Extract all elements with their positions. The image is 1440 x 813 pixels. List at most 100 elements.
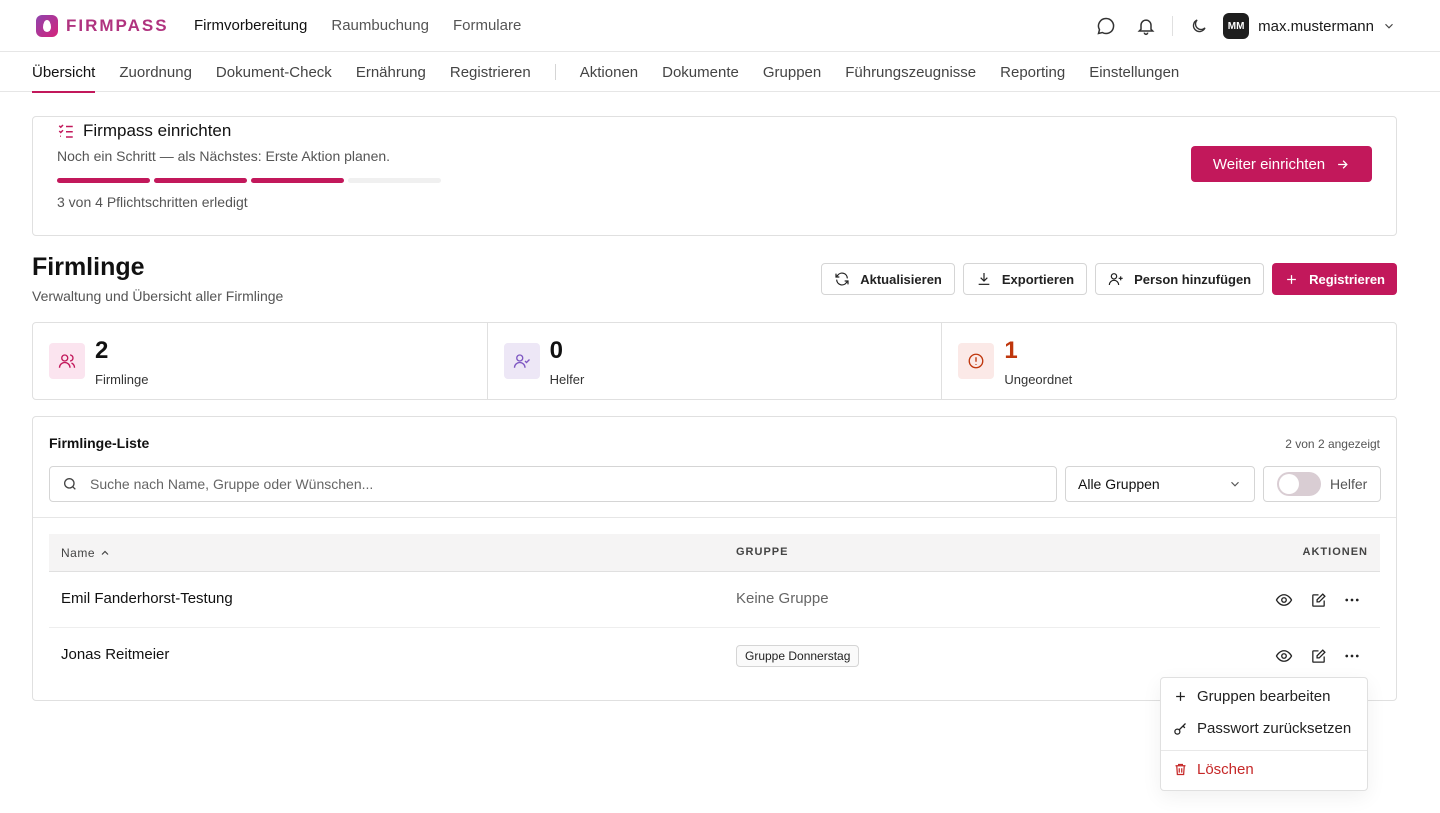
edit-icon[interactable]	[1306, 644, 1330, 668]
avatar[interactable]: MM	[1223, 13, 1250, 39]
divider	[1172, 16, 1174, 36]
setup-title-text: Firmpass einrichten	[83, 121, 232, 140]
stats-panel: 2 Firmlinge 0 Helfer 1 Ungeordnet	[32, 322, 1397, 400]
nav-formulare[interactable]: Formulare	[453, 17, 521, 34]
refresh-button[interactable]: Aktualisieren	[821, 263, 955, 295]
tab-registrieren[interactable]: Registrieren	[450, 52, 531, 92]
user-name[interactable]: max.mustermann	[1258, 18, 1374, 35]
chevron-down-icon[interactable]	[1378, 12, 1400, 40]
table-row[interactable]: Jonas Reitmeier Gruppe Donnerstag	[49, 628, 1380, 684]
progress-segment	[154, 178, 247, 183]
stat-value: 2	[95, 337, 109, 364]
edit-icon[interactable]	[1306, 588, 1330, 612]
column-actions: AKTIONEN	[1302, 546, 1368, 558]
chat-icon[interactable]	[1092, 12, 1120, 40]
tab-zuordnung[interactable]: Zuordnung	[119, 52, 192, 92]
search-input[interactable]	[90, 476, 990, 492]
plus-icon	[1176, 692, 1185, 701]
stat-ungeordnet: 1 Ungeordnet	[942, 323, 1396, 399]
refresh-label: Aktualisieren	[860, 271, 942, 287]
brand-name: FIRMPASS	[66, 16, 169, 35]
progress-segment	[251, 178, 344, 183]
helper-toggle-label: Helfer	[1330, 476, 1368, 492]
tab-reporting[interactable]: Reporting	[1000, 52, 1065, 92]
eye-icon[interactable]	[1272, 644, 1296, 668]
group-filter-select[interactable]: Alle Gruppen	[1065, 466, 1255, 502]
page-subtitle: Verwaltung und Übersicht aller Firmlinge	[32, 288, 284, 304]
trash-icon	[1175, 763, 1186, 776]
search-icon	[63, 478, 76, 490]
firmlinge-list-card: Firmlinge-Liste 2 von 2 angezeigt Alle G…	[32, 416, 1397, 701]
divider	[1161, 750, 1367, 751]
setup-subtitle: Noch ein Schritt — als Nächstes: Erste A…	[57, 148, 391, 164]
users-icon	[49, 343, 85, 379]
stat-helfer: 0 Helfer	[488, 323, 943, 399]
menu-reset-password-label: Passwort zurücksetzen	[1197, 720, 1352, 737]
stat-value: 1	[1004, 337, 1018, 364]
add-person-button[interactable]: Person hinzufügen	[1095, 263, 1265, 295]
list-count: 2 von 2 angezeigt	[1285, 437, 1380, 451]
sort-asc-icon	[101, 550, 109, 555]
tab-dokument-check[interactable]: Dokument-Check	[216, 52, 332, 92]
checklist-icon	[58, 124, 73, 138]
progress-segment	[57, 178, 150, 183]
arrow-right-icon	[1338, 159, 1348, 169]
top-bar: FIRMPASS Firmvorbereitung Raumbuchung Fo…	[0, 0, 1440, 52]
tab-gruppen[interactable]: Gruppen	[763, 52, 821, 92]
setup-count: 3 von 4 Pflichtschritten erledigt	[57, 194, 248, 210]
flame-icon	[36, 15, 58, 37]
helper-switch[interactable]	[1277, 472, 1321, 496]
table-row[interactable]: Emil Fanderhorst-Testung Keine Gruppe	[49, 572, 1380, 628]
divider	[554, 64, 556, 80]
column-name-label: Name	[61, 546, 96, 560]
register-button[interactable]: Registrieren	[1272, 263, 1397, 295]
plus-icon	[1287, 274, 1296, 284]
nav-raumbuchung[interactable]: Raumbuchung	[331, 17, 429, 34]
menu-delete[interactable]: Löschen	[1173, 761, 1254, 778]
page-title: Firmlinge	[32, 253, 145, 281]
moon-icon[interactable]	[1185, 12, 1213, 40]
add-person-label: Person hinzufügen	[1134, 271, 1252, 287]
bell-icon[interactable]	[1132, 12, 1160, 40]
page-actions: Aktualisieren Exportieren Person hinzufü…	[821, 263, 1397, 295]
search-field[interactable]	[49, 466, 1057, 502]
stat-label: Helfer	[549, 372, 585, 387]
menu-edit-groups-label: Gruppen bearbeiten	[1197, 688, 1331, 705]
list-title: Firmlinge-Liste	[49, 435, 150, 451]
export-button[interactable]: Exportieren	[962, 263, 1088, 295]
group-badge: Gruppe Donnerstag	[736, 645, 860, 667]
tab-ernaehrung[interactable]: Ernährung	[356, 52, 426, 92]
eye-icon[interactable]	[1272, 588, 1296, 612]
row-name: Jonas Reitmeier	[61, 646, 170, 663]
user-plus-icon	[1108, 273, 1123, 286]
group-filter-value: Alle Gruppen	[1078, 476, 1160, 492]
more-icon[interactable]	[1340, 644, 1364, 668]
refresh-icon	[835, 272, 849, 286]
tab-aktionen[interactable]: Aktionen	[580, 52, 638, 92]
setup-progress	[57, 178, 441, 183]
tab-fuehrungszeugnisse[interactable]: Führungszeugnisse	[845, 52, 976, 92]
menu-reset-password[interactable]: Passwort zurücksetzen	[1173, 720, 1351, 737]
column-name[interactable]: Name	[61, 546, 111, 560]
setup-title: Firmpass einrichten	[57, 121, 231, 141]
tab-dokumente[interactable]: Dokumente	[662, 52, 739, 92]
user-check-icon	[503, 343, 540, 379]
stat-firmlinge: 2 Firmlinge	[33, 323, 488, 399]
export-label: Exportieren	[1001, 271, 1075, 287]
menu-delete-label: Löschen	[1197, 761, 1254, 778]
sub-nav: Übersicht Zuordnung Dokument-Check Ernäh…	[0, 52, 1440, 93]
tab-einstellungen[interactable]: Einstellungen	[1089, 52, 1179, 92]
more-icon[interactable]	[1340, 588, 1364, 612]
tab-uebersicht[interactable]: Übersicht	[32, 52, 96, 93]
column-group: GRUPPE	[736, 546, 789, 558]
stat-value: 0	[549, 337, 564, 364]
helper-toggle[interactable]: Helfer	[1263, 466, 1381, 502]
brand-logo[interactable]: FIRMPASS	[36, 15, 169, 37]
setup-card: Firmpass einrichten Noch ein Schritt — a…	[32, 116, 1397, 236]
nav-firmvorbereitung[interactable]: Firmvorbereitung	[194, 17, 307, 34]
progress-segment	[348, 178, 441, 183]
menu-edit-groups[interactable]: Gruppen bearbeiten	[1173, 688, 1330, 705]
row-name: Emil Fanderhorst-Testung	[61, 590, 233, 607]
stat-label: Ungeordnet	[1004, 372, 1073, 387]
continue-setup-button[interactable]: Weiter einrichten	[1191, 146, 1372, 182]
